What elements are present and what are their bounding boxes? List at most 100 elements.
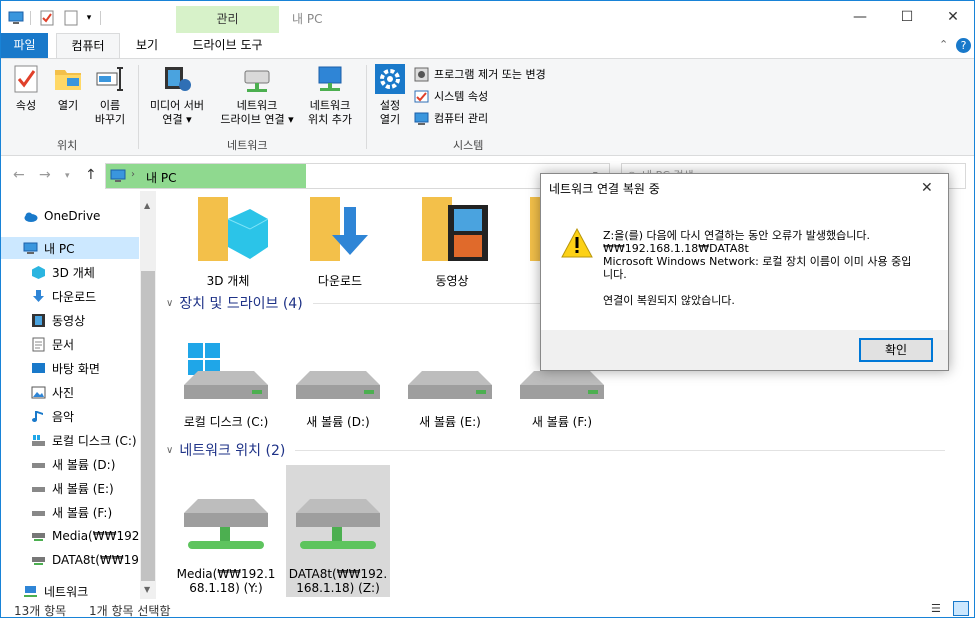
tab-computer[interactable]: 컴퓨터 [56, 33, 120, 59]
chevron-down-icon: ∨ [166, 444, 174, 456]
navigation-pane: OneDrive 내 PC 3D 개체 다운로드 동영상 문서 바탕 화면 사진… [1, 191, 156, 599]
scroll-up-icon[interactable]: ▲ [144, 201, 150, 210]
sidebar-item-onedrive[interactable]: OneDrive [1, 205, 139, 227]
explorer-window: ▾ 관리 내 PC — ☐ ✕ 파일 컴퓨터 보기 드라이브 도구 ⌃ ? 속성… [0, 0, 975, 618]
drive-icon [408, 371, 492, 399]
folder-videos[interactable]: 동영상 [407, 197, 497, 289]
customize-qa-icon[interactable]: ▾ [83, 9, 95, 27]
address-progress [106, 164, 306, 188]
network-drive-data8t[interactable]: DATA8t(₩₩192. 168.1.18) (Z:) [286, 465, 390, 597]
sidebar-item-data8t[interactable]: DATA8t(₩₩192 [1, 549, 139, 571]
ribbon-tabs: 파일 컴퓨터 보기 드라이브 도구 ⌃ ? [1, 33, 974, 59]
network-section-header[interactable]: ∨ 네트워크 위치 (2) [166, 440, 946, 460]
drive-d[interactable]: 새 볼륨 (D:) [288, 343, 388, 430]
recent-chevron-icon[interactable]: ▾ [65, 171, 70, 181]
document-icon [32, 337, 45, 351]
sidebar-item-documents[interactable]: 문서 [1, 333, 139, 355]
open-button[interactable]: 열기 [49, 63, 87, 113]
title-bar: ▾ 관리 내 PC — ☐ ✕ [1, 1, 974, 33]
back-arrow-icon[interactable]: ← [13, 167, 25, 183]
drive-icon [296, 371, 380, 399]
details-view-icon[interactable]: ☰ [931, 602, 941, 615]
maximize-button[interactable]: ☐ [884, 1, 930, 33]
drive-icon [32, 510, 45, 516]
picture-icon [31, 386, 46, 398]
network-icon [24, 585, 37, 597]
ribbon: 속성 열기 이름 바꾸기 위치 미디어 서버 연결 ▾ 네트워크 드라이브 연결… [1, 58, 974, 156]
dialog-close-button[interactable]: ✕ [921, 180, 933, 196]
tab-drive-tools[interactable]: 드라이브 도구 [176, 33, 279, 58]
cloud-icon [24, 212, 38, 222]
window-title: 내 PC [292, 12, 323, 26]
computer-icon[interactable] [7, 9, 25, 27]
manage-context-tab[interactable]: 관리 [176, 6, 279, 33]
folder-3d-objects[interactable]: 3D 개체 [183, 197, 273, 289]
add-network-location-button[interactable]: 네트워크 위치 추가 [301, 63, 359, 127]
network-drive-icon [296, 499, 380, 549]
sidebar-item-drive-c[interactable]: 로컬 디스크 (C:) [1, 429, 139, 451]
drive-e[interactable]: 새 볼륨 (E:) [400, 343, 500, 430]
address-bar[interactable]: › 내 PC ▾ [105, 163, 610, 189]
nav-scrollbar[interactable]: ▲ ▼ [140, 191, 156, 599]
network-drive-media[interactable]: Media(₩₩192.1 68.1.18) (Y:) [176, 467, 276, 597]
sidebar-item-pictures[interactable]: 사진 [1, 381, 139, 403]
open-settings-button[interactable]: 설정 열기 [371, 63, 409, 127]
minimize-button[interactable]: — [837, 1, 883, 33]
help-icon[interactable]: ? [956, 38, 971, 53]
sidebar-item-videos[interactable]: 동영상 [1, 309, 139, 331]
sidebar-item-thispc[interactable]: 내 PC [1, 237, 139, 259]
dialog-body: Z:을(를) 다음에 다시 연결하는 동안 오류가 발생했습니다. ₩₩192.… [541, 204, 948, 330]
uninstall-icon [414, 67, 429, 81]
sidebar-item-downloads[interactable]: 다운로드 [1, 285, 139, 307]
sidebar-item-drive-d[interactable]: 새 볼륨 (D:) [1, 453, 139, 475]
new-folder-icon[interactable] [63, 9, 79, 27]
forward-arrow-icon[interactable]: → [39, 167, 51, 183]
collapse-ribbon-icon[interactable]: ⌃ [939, 38, 948, 51]
ok-button[interactable]: 확인 [859, 338, 933, 362]
tab-file[interactable]: 파일 [1, 33, 48, 58]
sidebar-item-music[interactable]: 음악 [1, 405, 139, 427]
chevron-down-icon: ∨ [166, 297, 174, 309]
media-server-button[interactable]: 미디어 서버 연결 ▾ [143, 63, 211, 127]
warning-icon [561, 228, 593, 258]
cube-icon [32, 265, 45, 279]
scroll-down-icon[interactable]: ▼ [144, 585, 150, 594]
sidebar-item-media[interactable]: Media(₩₩192.1 [1, 525, 139, 547]
location-group-label: 위치 [57, 139, 78, 152]
scroll-thumb[interactable] [141, 271, 155, 581]
item-count: 13개 항목 [14, 604, 67, 618]
film-folder-icon [422, 197, 488, 261]
tab-view[interactable]: 보기 [127, 33, 167, 58]
download-folder-icon [310, 197, 368, 261]
sidebar-item-drive-e[interactable]: 새 볼륨 (E:) [1, 477, 139, 499]
dialog-message: Z:을(를) 다음에 다시 연결하는 동안 오류가 발생했습니다. ₩₩192.… [603, 229, 912, 307]
selected-count: 1개 항목 선택함 [89, 604, 171, 618]
breadcrumb[interactable]: 내 PC [146, 169, 176, 186]
dialog-footer: 확인 [541, 330, 948, 370]
drive-icon [32, 462, 45, 468]
rename-button[interactable]: 이름 바꾸기 [89, 63, 131, 127]
sidebar-item-drive-f[interactable]: 새 볼륨 (F:) [1, 501, 139, 523]
drive-icon [32, 486, 45, 492]
computer-icon [23, 242, 38, 254]
network-drive-icon [32, 556, 45, 565]
drive-c[interactable]: 로컬 디스크 (C:) [176, 343, 276, 430]
cube-folder-icon [198, 197, 269, 261]
computer-management-button[interactable]: 컴퓨터 관리 [414, 109, 488, 127]
uninstall-program-button[interactable]: 프로그램 제거 또는 변경 [414, 65, 546, 83]
system-properties-button[interactable]: 시스템 속성 [414, 87, 488, 105]
computer-management-icon [414, 112, 429, 125]
map-network-drive-button[interactable]: 네트워크 드라이브 연결 ▾ [213, 63, 301, 127]
properties-check-icon[interactable] [38, 9, 56, 27]
download-arrow-icon [33, 289, 44, 302]
properties-button[interactable]: 속성 [7, 63, 45, 113]
close-button[interactable]: ✕ [930, 1, 974, 33]
system-properties-icon [414, 90, 429, 102]
sidebar-item-desktop[interactable]: 바탕 화면 [1, 357, 139, 379]
network-drive-icon [184, 499, 268, 549]
tiles-view-icon[interactable] [953, 601, 969, 616]
up-arrow-icon[interactable]: ↑ [85, 167, 97, 183]
folder-downloads[interactable]: 다운로드 [295, 197, 385, 289]
computer-icon [110, 169, 126, 182]
sidebar-item-3d[interactable]: 3D 개체 [1, 261, 139, 283]
